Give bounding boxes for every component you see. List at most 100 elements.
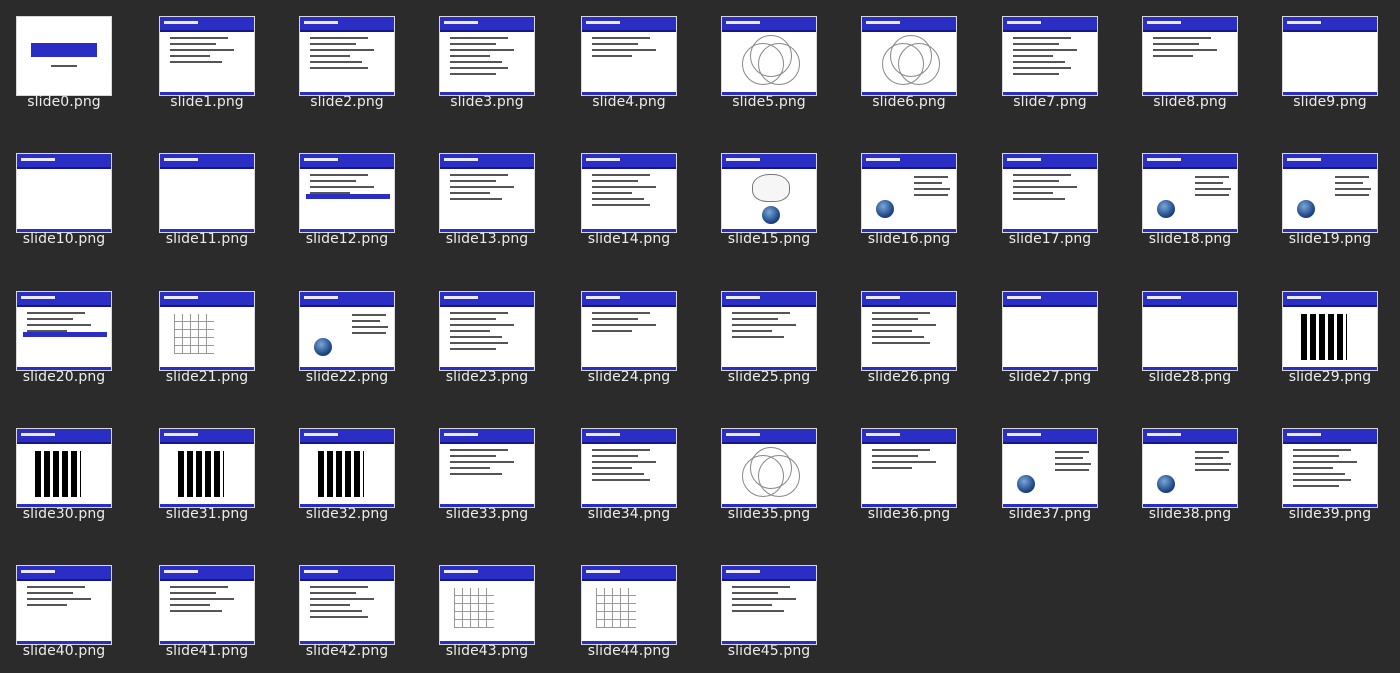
- file-thumbnail[interactable]: [439, 291, 535, 371]
- file-item[interactable]: slide8.png: [1133, 0, 1253, 122]
- file-thumbnail[interactable]: [1282, 428, 1378, 508]
- file-item[interactable]: slide0.png: [7, 0, 127, 122]
- file-thumbnail[interactable]: [1142, 153, 1238, 233]
- file-thumbnail[interactable]: [439, 428, 535, 508]
- file-thumbnail[interactable]: [16, 153, 112, 233]
- file-thumbnail[interactable]: [1282, 16, 1378, 96]
- file-item[interactable]: slide10.png: [7, 137, 127, 259]
- file-item[interactable]: slide18.png: [1133, 137, 1253, 259]
- file-item[interactable]: slide35.png: [712, 412, 832, 534]
- file-item[interactable]: slide29.png: [1273, 275, 1393, 397]
- file-item[interactable]: slide39.png: [1273, 412, 1393, 534]
- file-item[interactable]: slide12.png: [290, 137, 410, 259]
- file-thumbnail[interactable]: [861, 428, 957, 508]
- file-thumbnail[interactable]: [1002, 153, 1098, 233]
- file-item[interactable]: slide9.png: [1273, 0, 1393, 122]
- file-item[interactable]: slide30.png: [7, 412, 127, 534]
- file-item[interactable]: slide27.png: [993, 275, 1113, 397]
- file-thumbnail[interactable]: [1002, 291, 1098, 371]
- file-thumbnail[interactable]: [16, 16, 112, 96]
- file-thumbnail[interactable]: [16, 291, 112, 371]
- file-item[interactable]: slide6.png: [852, 0, 972, 122]
- file-item[interactable]: slide33.png: [430, 412, 550, 534]
- file-item[interactable]: slide45.png: [712, 549, 832, 671]
- file-item[interactable]: slide32.png: [290, 412, 410, 534]
- file-item[interactable]: slide14.png: [572, 137, 692, 259]
- file-thumbnail[interactable]: [159, 16, 255, 96]
- file-item[interactable]: slide15.png: [712, 137, 832, 259]
- file-thumbnail[interactable]: [1282, 153, 1378, 233]
- file-thumbnail[interactable]: [581, 428, 677, 508]
- file-thumbnail[interactable]: [159, 291, 255, 371]
- file-item[interactable]: slide25.png: [712, 275, 832, 397]
- file-thumbnail[interactable]: [721, 153, 817, 233]
- file-item[interactable]: slide1.png: [150, 0, 270, 122]
- file-item[interactable]: slide4.png: [572, 0, 692, 122]
- file-item[interactable]: slide17.png: [993, 137, 1113, 259]
- file-item[interactable]: slide3.png: [430, 0, 550, 122]
- file-thumbnail[interactable]: [1142, 16, 1238, 96]
- file-thumbnail[interactable]: [299, 428, 395, 508]
- file-item[interactable]: slide31.png: [150, 412, 270, 534]
- file-thumbnail[interactable]: [581, 565, 677, 645]
- file-thumbnail[interactable]: [1282, 291, 1378, 371]
- file-item[interactable]: slide20.png: [7, 275, 127, 397]
- slide-text-line: [450, 49, 514, 51]
- file-item[interactable]: slide19.png: [1273, 137, 1393, 259]
- file-thumbnail[interactable]: [581, 153, 677, 233]
- file-item[interactable]: slide40.png: [7, 549, 127, 671]
- file-thumbnail[interactable]: [721, 291, 817, 371]
- file-item[interactable]: slide36.png: [852, 412, 972, 534]
- file-thumbnail[interactable]: [16, 565, 112, 645]
- file-thumbnail[interactable]: [159, 428, 255, 508]
- file-item[interactable]: slide2.png: [290, 0, 410, 122]
- file-item[interactable]: slide21.png: [150, 275, 270, 397]
- slide-text-line: [1013, 61, 1065, 63]
- file-name-label: slide1.png: [170, 94, 244, 110]
- file-thumbnail[interactable]: [861, 291, 957, 371]
- file-item[interactable]: slide38.png: [1133, 412, 1253, 534]
- file-thumbnail[interactable]: [299, 291, 395, 371]
- slide-text-line: [450, 318, 496, 320]
- file-item[interactable]: slide13.png: [430, 137, 550, 259]
- file-thumbnail[interactable]: [581, 16, 677, 96]
- file-item[interactable]: slide43.png: [430, 549, 550, 671]
- earth-figure: [1297, 200, 1315, 218]
- file-item[interactable]: slide7.png: [993, 0, 1113, 122]
- file-thumbnail[interactable]: [861, 16, 957, 96]
- file-thumbnail[interactable]: [1002, 16, 1098, 96]
- file-item[interactable]: slide42.png: [290, 549, 410, 671]
- file-thumbnail[interactable]: [581, 291, 677, 371]
- file-thumbnail[interactable]: [299, 565, 395, 645]
- slide-header-bar: [722, 154, 816, 169]
- file-thumbnail[interactable]: [299, 16, 395, 96]
- file-item[interactable]: slide24.png: [572, 275, 692, 397]
- file-item[interactable]: slide16.png: [852, 137, 972, 259]
- file-thumbnail[interactable]: [439, 153, 535, 233]
- file-thumbnail[interactable]: [439, 565, 535, 645]
- file-thumbnail[interactable]: [159, 153, 255, 233]
- file-item[interactable]: slide41.png: [150, 549, 270, 671]
- file-item[interactable]: slide5.png: [712, 0, 832, 122]
- file-item[interactable]: slide11.png: [150, 137, 270, 259]
- file-thumbnail[interactable]: [1142, 428, 1238, 508]
- file-thumbnail[interactable]: [1142, 291, 1238, 371]
- file-thumbnail[interactable]: [1002, 428, 1098, 508]
- file-thumbnail[interactable]: [16, 428, 112, 508]
- file-thumbnail[interactable]: [159, 565, 255, 645]
- file-item[interactable]: slide28.png: [1133, 275, 1253, 397]
- file-thumbnail[interactable]: [439, 16, 535, 96]
- file-thumbnail[interactable]: [721, 428, 817, 508]
- file-thumbnail[interactable]: [861, 153, 957, 233]
- slide-header-bar: [722, 292, 816, 307]
- file-item[interactable]: slide37.png: [993, 412, 1113, 534]
- file-thumbnail[interactable]: [721, 16, 817, 96]
- file-item[interactable]: slide44.png: [572, 549, 692, 671]
- slide-text-line: [732, 598, 796, 600]
- file-thumbnail[interactable]: [721, 565, 817, 645]
- file-item[interactable]: slide26.png: [852, 275, 972, 397]
- file-thumbnail[interactable]: [299, 153, 395, 233]
- file-item[interactable]: slide23.png: [430, 275, 550, 397]
- file-item[interactable]: slide34.png: [572, 412, 692, 534]
- file-item[interactable]: slide22.png: [290, 275, 410, 397]
